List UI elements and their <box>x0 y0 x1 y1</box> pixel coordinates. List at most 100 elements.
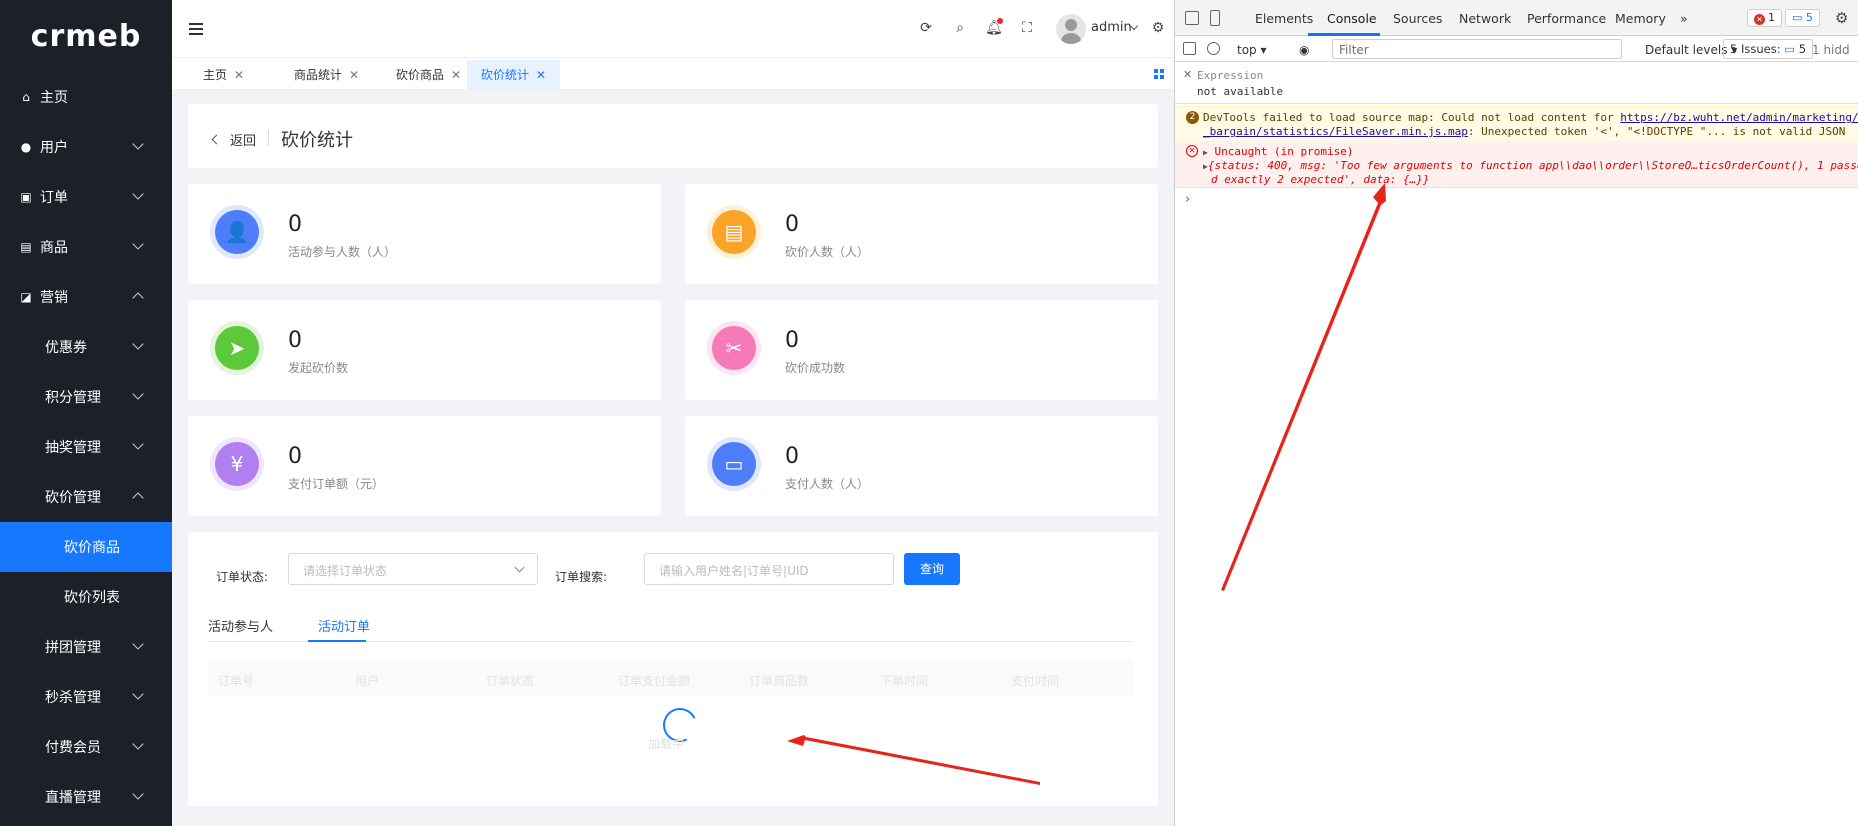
devtools-tab-performance[interactable]: Performance <box>1527 11 1606 26</box>
order-search-input[interactable]: 请输入用户姓名|订单号|UID <box>644 553 894 585</box>
console-prompt[interactable]: › <box>1185 192 1190 207</box>
goods-icon: ▤ <box>20 240 32 254</box>
sidebar-item-user[interactable]: ● 用户 <box>0 122 172 172</box>
devtools-tab-elements[interactable]: Elements <box>1255 11 1313 26</box>
sidebar-item-bargain[interactable]: 砍价管理 <box>0 472 172 522</box>
stat-card: ✂ 0 砍价成功数 <box>685 300 1158 400</box>
chevron-down-icon <box>132 188 144 200</box>
fullscreen-icon[interactable]: ⛶ <box>1019 20 1035 36</box>
close-icon[interactable]: ✕ <box>451 68 461 82</box>
user-icon: 👤 <box>215 210 259 254</box>
sidebar-item-vip[interactable]: 付费会员 <box>0 722 172 772</box>
divider <box>268 130 269 146</box>
notification-dot <box>997 18 1003 24</box>
clear-console-icon[interactable] <box>1207 42 1220 55</box>
tab-bargain-goods[interactable]: 砍价商品 ✕ <box>382 60 475 90</box>
stat-card: ➤ 0 发起砍价数 <box>188 300 661 400</box>
sidebar-item-label: 拼团管理 <box>45 640 101 656</box>
sidebar-item-points[interactable]: 积分管理 <box>0 372 172 422</box>
devtools-tab-sources[interactable]: Sources <box>1393 11 1442 26</box>
sidebar-item-goods[interactable]: ▤ 商品 <box>0 222 172 272</box>
console-filter-input[interactable]: Filter <box>1332 39 1622 59</box>
chevron-down-icon <box>132 638 144 650</box>
chevron-down-icon <box>132 788 144 800</box>
error-text: {status: 400, msg: 'Too few arguments to… <box>1207 159 1858 172</box>
tab-goods-stats[interactable]: 商品统计 ✕ <box>280 60 373 90</box>
close-icon[interactable]: ✕ <box>349 68 359 82</box>
chevron-down-icon <box>132 438 144 450</box>
sidebar-item-bargain-list[interactable]: 砍价列表 <box>0 572 172 622</box>
sidebar-item-label: 积分管理 <box>45 390 101 406</box>
stat-value: 0 <box>785 212 799 237</box>
subtab-participants[interactable]: 活动参与人 <box>208 616 273 635</box>
message-count: 5 <box>1805 11 1813 24</box>
order-status-select[interactable]: 请选择订单状态 <box>288 553 538 585</box>
context-select[interactable]: top ▾ <box>1237 43 1267 57</box>
logo: crmeb <box>30 18 142 54</box>
chevron-left-icon[interactable] <box>211 134 222 145</box>
expression-label[interactable]: Expression <box>1197 69 1263 82</box>
search-icon[interactable]: ⌕ <box>952 20 968 36</box>
orders-card: 订单状态: 请选择订单状态 订单搜索: 请输入用户姓名|订单号|UID 查询 活… <box>188 532 1158 806</box>
inspect-icon[interactable] <box>1185 11 1199 25</box>
stat-label: 砍价人数（人） <box>785 245 870 259</box>
sidebar-item-live[interactable]: 直播管理 <box>0 772 172 822</box>
sidebar-item-marketing[interactable]: ◪ 营销 <box>0 272 172 322</box>
close-icon[interactable]: ✕ <box>1183 68 1192 81</box>
sidebar-item-bargain-goods[interactable]: 砍价商品 <box>0 522 172 572</box>
devtools-tab-network[interactable]: Network <box>1459 11 1511 26</box>
active-tab-indicator <box>308 640 366 642</box>
devtools-tab-console[interactable]: Console <box>1327 11 1377 26</box>
source-map-link[interactable]: https://bz.wuht.net/admin/marketing/ <box>1620 111 1858 124</box>
gear-icon[interactable]: ⚙ <box>1150 20 1166 36</box>
error-line-1[interactable]: ▶{status: 400, msg: 'Too few arguments t… <box>1203 159 1858 172</box>
error-count-badge[interactable]: ✕ 1 <box>1747 9 1782 27</box>
refresh-icon[interactable]: ⟳ <box>918 20 934 36</box>
issues-button[interactable]: 5 Issues: ▭ 5 <box>1723 39 1814 59</box>
close-icon[interactable]: ✕ <box>234 68 244 82</box>
message-count-badge[interactable]: ▭ 5 <box>1785 9 1820 27</box>
query-button[interactable]: 查询 <box>904 553 960 585</box>
select-placeholder: 请选择订单状态 <box>303 564 388 578</box>
devtools-tab-memory[interactable]: Memory <box>1615 11 1666 26</box>
close-icon[interactable]: ✕ <box>536 68 546 82</box>
sidebar-item-coupon[interactable]: 优惠券 <box>0 322 172 372</box>
tab-home[interactable]: 主页 ✕ <box>189 60 258 90</box>
sidebar-item-home[interactable]: ⌂ 主页 <box>0 72 172 122</box>
source-map-link[interactable]: _bargain/statistics/FileSaver.min.js.map <box>1203 125 1468 138</box>
sidebar-item-label: 用户 <box>40 140 68 156</box>
stat-card: ¥ 0 支付订单额（元） <box>188 416 661 516</box>
error-title[interactable]: ▶ Uncaught (in promise) <box>1203 145 1354 158</box>
sidebar: crmeb ⌂ 主页 ● 用户 ▣ 订单 ▤ 商品 ◪ 营销 优惠券 积分管理 … <box>0 0 172 826</box>
avatar[interactable] <box>1056 14 1086 44</box>
sidebar-item-label: 砍价商品 <box>64 540 120 556</box>
warning-text: : Unexpected token '<', "<!DOCTYPE "... … <box>1467 125 1846 138</box>
context-value: top <box>1237 43 1257 57</box>
expression-value: not available <box>1197 85 1284 98</box>
sidebar-toggle-icon[interactable] <box>1183 42 1196 55</box>
sidebar-item-order[interactable]: ▣ 订单 <box>0 172 172 222</box>
back-link[interactable]: 返回 <box>230 130 256 149</box>
gear-icon[interactable]: ⚙ <box>1835 9 1848 27</box>
eye-icon[interactable]: ◉ <box>1299 43 1309 57</box>
device-toolbar-icon[interactable] <box>1210 10 1220 26</box>
sidebar-item-lottery[interactable]: 抽奖管理 <box>0 422 172 472</box>
chevron-up-icon <box>132 492 144 504</box>
menu-toggle-icon[interactable] <box>189 23 203 35</box>
bell-icon[interactable]: 🔔︎ <box>985 18 1003 36</box>
subtab-orders[interactable]: 活动订单 <box>318 616 370 635</box>
tab-label: 砍价商品 <box>396 68 445 82</box>
tab-bargain-stats[interactable]: 砍价统计 ✕ <box>467 60 561 90</box>
expand-triangle-icon[interactable]: ▶ <box>1203 148 1208 157</box>
stat-card: ▭ 0 支付人数（人） <box>685 416 1158 516</box>
username[interactable]: admin <box>1091 20 1132 35</box>
stat-value: 0 <box>288 328 302 353</box>
column-header: 订单状态 <box>486 674 535 688</box>
sidebar-item-seckill[interactable]: 秒杀管理 <box>0 672 172 722</box>
chevron-down-icon <box>514 562 525 573</box>
more-tabs-icon[interactable]: » <box>1680 11 1688 26</box>
sidebar-item-group[interactable]: 拼团管理 <box>0 622 172 672</box>
live-expression: ✕ Expression not available <box>1175 62 1858 104</box>
page-title: 砍价统计 <box>281 130 353 151</box>
grid-menu-icon[interactable] <box>1154 69 1164 79</box>
